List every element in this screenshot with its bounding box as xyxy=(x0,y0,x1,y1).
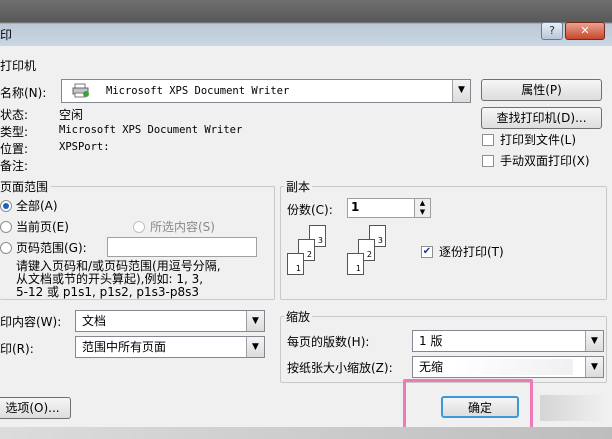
location-label: 位置: xyxy=(0,142,29,156)
manual-duplex-label: 手动双面打印(X) xyxy=(500,154,590,168)
scale-label: 按纸张大小缩放(Z): xyxy=(287,361,393,375)
page-number-2: 2 xyxy=(306,250,312,259)
find-printer-button[interactable]: 查找打印机(D)... xyxy=(481,107,602,129)
comment-label: 备注: xyxy=(0,159,29,173)
close-icon: ✕ xyxy=(580,24,590,37)
type-label: 类型: xyxy=(0,125,29,139)
printer-group-title: 打印机 xyxy=(0,59,37,73)
chevron-down-icon: ▼ xyxy=(585,357,603,377)
page-range-title: 页面范围 xyxy=(0,178,52,195)
page-number-2: 2 xyxy=(366,250,372,259)
page-range-hint: 请键入页码和/或页码范围(用逗号分隔, 从文档或节的开头算起),例如: 1, 3… xyxy=(16,260,221,299)
page-number-1: 1 xyxy=(295,264,301,273)
page-numbers-radio[interactable] xyxy=(0,242,12,254)
page-numbers-input[interactable] xyxy=(107,237,257,257)
help-icon: ? xyxy=(549,24,555,37)
collated-pages-icon: 3 2 1 xyxy=(347,225,387,280)
print-range-select[interactable]: 范围中所有页面 ▼ xyxy=(75,336,265,358)
pages-per-sheet-label: 每页的版数(H): xyxy=(287,335,370,349)
print-range-label: 印(R): xyxy=(0,342,34,356)
current-page-radio[interactable] xyxy=(0,221,12,233)
print-range-value: 范围中所有页面 xyxy=(82,340,167,354)
all-pages-radio[interactable] xyxy=(0,200,12,212)
help-button[interactable]: ? xyxy=(541,22,563,40)
cancel-button-blurred[interactable] xyxy=(540,395,605,421)
print-to-file-label: 打印到文件(L) xyxy=(500,133,577,147)
window-title: 印 xyxy=(0,28,13,42)
properties-button[interactable]: 属性(P) xyxy=(481,79,602,101)
printer-name-select[interactable]: Microsoft XPS Document Writer ▼ xyxy=(61,79,471,103)
collate-label: 逐份打印(T) xyxy=(439,245,504,259)
collate-checkbox[interactable]: ✔ xyxy=(421,246,433,258)
page-number-3: 3 xyxy=(317,236,323,245)
page-numbers-label: 页码范围(G): xyxy=(16,241,87,255)
printer-name-value: Microsoft XPS Document Writer xyxy=(106,85,290,97)
copies-title: 副本 xyxy=(284,178,313,195)
chevron-down-icon: ▼ xyxy=(246,337,264,357)
scale-value: 无缩 xyxy=(419,360,444,374)
all-pages-label: 全部(A) xyxy=(16,199,58,213)
pages-per-sheet-select[interactable]: 1 版 ▼ xyxy=(412,330,604,352)
title-bar xyxy=(0,0,612,46)
spinner-down-icon[interactable]: ▼ xyxy=(414,208,430,217)
scale-select[interactable]: 无缩 ▼ xyxy=(412,356,604,378)
status-label: 状态: xyxy=(0,108,29,122)
chevron-down-icon: ▼ xyxy=(452,80,470,102)
spinner-up-icon[interactable]: ▲ xyxy=(414,199,430,208)
copies-count-spinner[interactable]: 1 ▲ ▼ xyxy=(347,198,431,218)
printer-icon xyxy=(72,83,90,98)
printer-name-label: 名称(N): xyxy=(0,86,47,100)
chevron-down-icon: ▼ xyxy=(585,331,603,351)
bottom-strip xyxy=(0,427,612,439)
page-number-3: 3 xyxy=(377,236,383,245)
type-value: Microsoft XPS Document Writer xyxy=(59,124,243,136)
page-number-1: 1 xyxy=(355,264,361,273)
ok-button[interactable]: 确定 xyxy=(441,396,519,418)
status-value: 空闲 xyxy=(59,108,84,122)
manual-duplex-checkbox[interactable] xyxy=(482,155,494,167)
selection-label: 所选内容(S) xyxy=(150,220,215,234)
print-what-select[interactable]: 文档 ▼ xyxy=(75,310,265,332)
location-value: XPSPort: xyxy=(59,141,110,153)
close-button[interactable]: ✕ xyxy=(565,22,605,40)
zoom-title: 缩放 xyxy=(284,308,313,325)
print-to-file-checkbox[interactable] xyxy=(482,134,494,146)
blur-overlay xyxy=(453,359,573,375)
print-what-value: 文档 xyxy=(82,314,107,328)
current-page-label: 当前页(E) xyxy=(16,220,69,234)
chevron-down-icon: ▼ xyxy=(246,311,264,331)
page-range-hint-line-3: 5-12 或 p1s1, p1s2, p1s3-p8s3 xyxy=(16,285,200,299)
options-button[interactable]: 选项(O)... xyxy=(0,397,71,419)
copies-count-label: 份数(C): xyxy=(287,203,333,217)
uncollated-pages-icon: 3 2 1 xyxy=(287,225,327,280)
print-what-label: 印内容(W): xyxy=(0,315,62,329)
selection-radio[interactable] xyxy=(133,221,145,233)
copies-count-value: 1 xyxy=(351,200,360,214)
pages-per-sheet-value: 1 版 xyxy=(419,334,443,348)
